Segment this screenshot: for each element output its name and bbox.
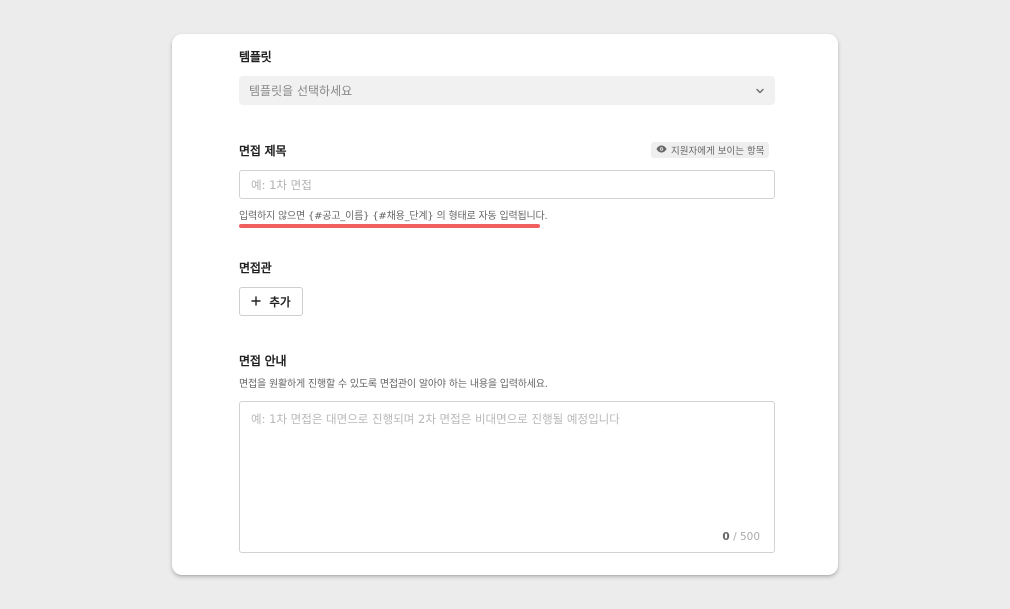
interview-guide-description: 면접을 원활하게 진행할 수 있도록 면접관이 알아야 하는 내용을 입력하세요… — [239, 379, 548, 390]
interview-title-input[interactable] — [239, 170, 775, 199]
interview-title-helper: 입력하지 않으면 {#공고_이름} {#채용_단계} 의 형태로 자동 입력됩니… — [239, 211, 548, 222]
visibility-badge: 지원자에게 보이는 항목 — [651, 142, 770, 158]
eye-icon — [656, 145, 667, 156]
interviewer-label: 면접관 — [239, 261, 272, 275]
chevron-down-icon — [755, 86, 765, 96]
interview-guide-field: 0 / 500 — [239, 401, 775, 553]
helper-highlight-underline — [239, 224, 540, 228]
interview-form-card: 템플릿 템플릿을 선택하세요 면접 제목 지원자에게 보이는 항목 입력하지 않… — [172, 34, 838, 575]
character-counter: 0 / 500 — [722, 531, 760, 543]
interview-guide-label: 면접 안내 — [239, 354, 287, 368]
visibility-badge-text: 지원자에게 보이는 항목 — [671, 146, 765, 157]
add-interviewer-button[interactable]: 추가 — [239, 287, 303, 316]
character-limit: / 500 — [733, 531, 760, 543]
interview-guide-textarea[interactable] — [240, 402, 774, 522]
template-select[interactable]: 템플릿을 선택하세요 — [239, 76, 775, 105]
plus-icon — [251, 295, 262, 309]
template-label: 템플릿 — [239, 50, 272, 64]
interview-title-label: 면접 제목 — [239, 144, 287, 158]
add-interviewer-label: 추가 — [269, 294, 291, 309]
template-select-value: 템플릿을 선택하세요 — [249, 84, 353, 98]
character-count: 0 — [722, 531, 730, 543]
